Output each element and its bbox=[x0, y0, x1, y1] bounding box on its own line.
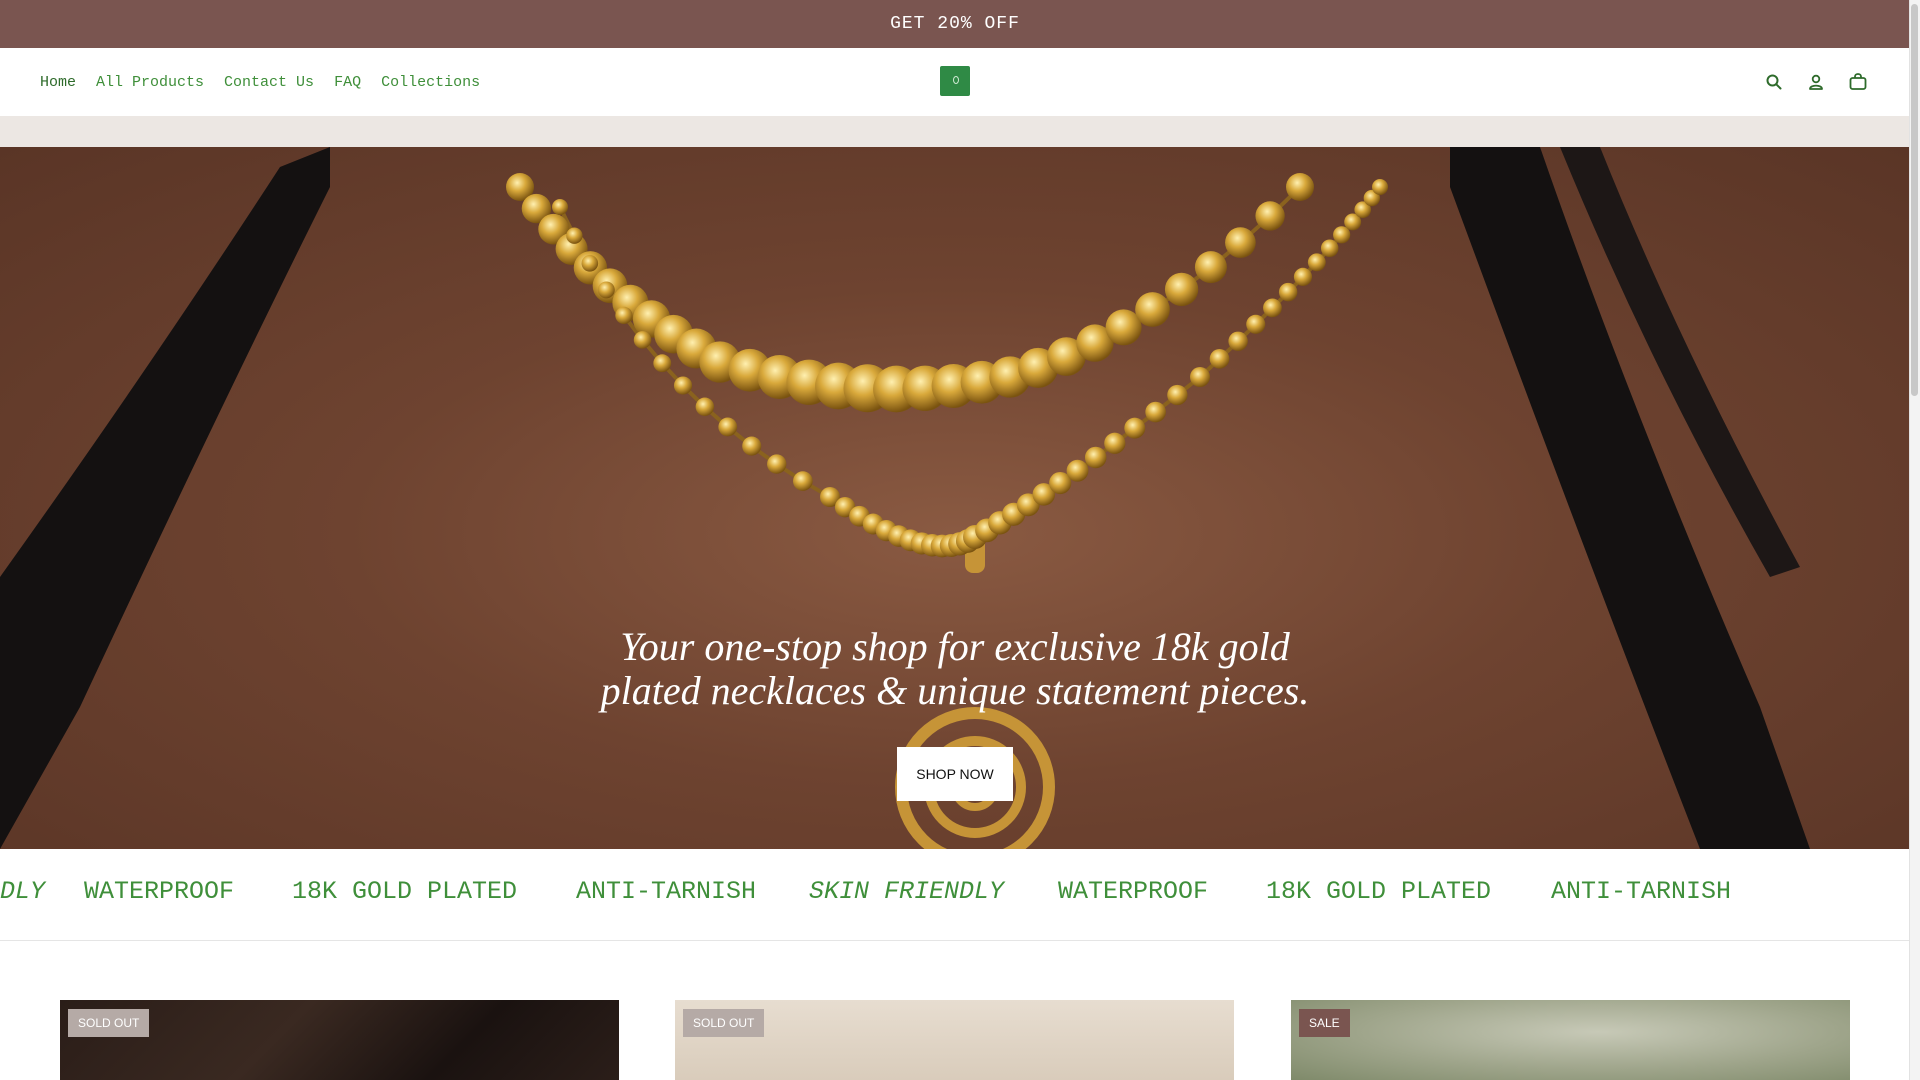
product-card[interactable]: SOLD OUT bbox=[675, 1000, 1234, 1080]
features-marquee: SKIN FRIENDLY WATERPROOF 18K GOLD PLATED… bbox=[0, 849, 1910, 941]
marquee-item: 18K GOLD PLATED bbox=[1266, 877, 1492, 906]
header-divider-strip bbox=[0, 116, 1910, 147]
sold-out-badge: SOLD OUT bbox=[683, 1009, 765, 1037]
account-icon[interactable] bbox=[1806, 72, 1826, 92]
marquee-item: ANTI-TARNISH bbox=[576, 877, 757, 906]
hero-heading: Your one-stop shop for exclusive 18k gol… bbox=[0, 625, 1910, 713]
nav-link-all-products[interactable]: All Products bbox=[96, 74, 204, 91]
marquee-item: WATERPROOF bbox=[1058, 877, 1209, 906]
nav-link-faq[interactable]: FAQ bbox=[334, 74, 361, 91]
hero-banner: Your one-stop shop for exclusive 18k gol… bbox=[0, 147, 1910, 849]
sold-out-badge: SOLD OUT bbox=[68, 1009, 150, 1037]
site-header: Home All Products Contact Us FAQ Collect… bbox=[0, 48, 1910, 117]
product-card[interactable]: SALE bbox=[1291, 1000, 1850, 1080]
scrollbar-thumb[interactable] bbox=[1911, 4, 1918, 396]
hero-heading-line-2: plated necklaces & unique statement piec… bbox=[600, 668, 1310, 713]
hero-image bbox=[0, 147, 1810, 849]
marquee-item: SKIN FRIENDLY bbox=[809, 877, 1005, 906]
announcement-bar: GET 20% OFF bbox=[0, 0, 1910, 48]
marquee-item: ANTI-TARNISH bbox=[1551, 877, 1732, 906]
sale-badge: SALE bbox=[1299, 1009, 1350, 1037]
product-card[interactable]: SOLD OUT bbox=[60, 1000, 619, 1080]
marquee-item: WATERPROOF bbox=[84, 877, 235, 906]
marquee-item: 18K GOLD PLATED bbox=[292, 877, 518, 906]
product-grid: SOLD OUT SOLD OUT SALE bbox=[0, 1000, 1910, 1080]
page-scrollbar[interactable] bbox=[1909, 0, 1920, 1080]
search-icon[interactable] bbox=[1764, 72, 1784, 92]
nav-link-collections[interactable]: Collections bbox=[381, 74, 480, 91]
announcement-text: GET 20% OFF bbox=[890, 14, 1020, 34]
logo[interactable] bbox=[940, 66, 970, 96]
nav-link-home[interactable]: Home bbox=[40, 74, 76, 91]
shop-now-button[interactable]: SHOP NOW bbox=[897, 747, 1013, 801]
hero-heading-line-1: Your one-stop shop for exclusive 18k gol… bbox=[620, 624, 1290, 669]
header-icons bbox=[1764, 48, 1868, 116]
marquee-item: SKIN FRIENDLY bbox=[0, 877, 46, 906]
nav-link-contact-us[interactable]: Contact Us bbox=[224, 74, 314, 91]
main-nav: Home All Products Contact Us FAQ Collect… bbox=[40, 48, 480, 116]
page: GET 20% OFF Home All Products Contact Us… bbox=[0, 0, 1910, 1080]
cart-icon[interactable] bbox=[1848, 72, 1868, 92]
logo-mark-icon bbox=[953, 76, 959, 84]
